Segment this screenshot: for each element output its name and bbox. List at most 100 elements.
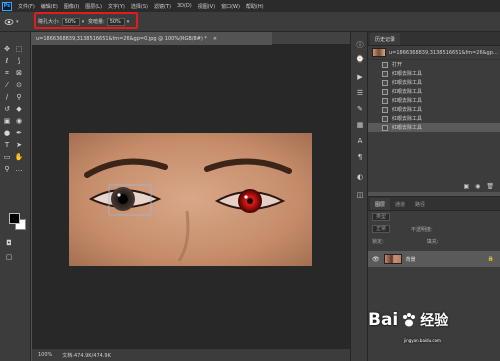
menu-file[interactable]: 文件(F) [18,3,35,10]
lock-row: 锁定: 填充: [368,235,500,247]
swatches-icon[interactable]: ▦ [355,120,365,130]
watermark-brand-2: 经验 [420,313,449,329]
history-snapshot[interactable]: u=1866368839,3138516651&fm=26&gp... [368,46,500,60]
adjustments-icon[interactable]: ◐ [355,172,365,182]
zoom-level[interactable]: 100% [38,352,52,358]
lasso-tool-icon[interactable]: ℓ [2,56,12,66]
trash-icon[interactable]: 🗑 [486,183,494,190]
brush-settings-icon[interactable]: ✎ [355,104,365,114]
layer-thumbnail [383,254,402,264]
menu-filter[interactable]: 滤镜(T) [154,3,171,10]
gradient-tool-icon[interactable]: ▣ [2,116,12,126]
frame-tool-icon[interactable]: ⊠ [14,68,24,78]
document-tab-title: u=1866368839,3138516651&fm=26&gp=0.jpg @… [36,35,207,42]
layer-filter-row: 类型 [368,211,500,223]
hand-tool-icon[interactable]: ✋ [14,152,24,162]
blur-tool-icon[interactable]: ◉ [14,116,24,126]
history-panel: 历史记录 u=1866368839,3138516651&fm=26&gp...… [368,32,500,192]
paragraph-icon[interactable]: ¶ [355,152,365,162]
menu-window[interactable]: 窗口(W) [221,3,240,10]
camera-icon[interactable]: ◉ [475,183,480,190]
red-eye-step-icon [382,70,388,77]
layer-name: 背景 [405,256,416,263]
layer-row-background[interactable]: 👁 背景 🔒 [368,251,500,267]
photoshop-logo: Ps [2,1,12,11]
more-tools-icon[interactable]: … [14,164,24,174]
foreground-color-swatch[interactable] [9,213,20,224]
opacity-label: 不透明度: [411,226,433,233]
lock-label: 锁定: [372,238,384,245]
close-icon[interactable]: × [213,36,217,42]
red-eye-tool-icon[interactable]: ⊙ [14,80,24,90]
zoom-tool-icon[interactable]: ⚲ [2,164,12,174]
tools-panel: ✥ ⬚ ℓ ⟆ ⌗ ⊠ ⁄ ⊙ ∕ ⚲ ↺ ◆ ▣ ◉ ● ✒ T ➤ ▭ ✋ … [0,32,31,361]
menu-image[interactable]: 图像(I) [64,3,79,10]
pen-tool-icon[interactable]: ✒ [14,128,24,138]
info-icon[interactable]: ⓘ [355,40,365,50]
history-panel-footer: ▣ ◉ 🗑 [368,180,500,192]
red-eye-tool-icon [4,19,14,25]
watermark-brand: Bai [368,310,399,330]
history-item[interactable]: 红眼去除工具 [368,69,500,78]
marquee-tool-icon[interactable]: ⬚ [14,44,24,54]
history-brush-icon[interactable]: ↺ [2,104,12,114]
character-icon[interactable]: A [355,136,365,146]
menu-edit[interactable]: 编辑(E) [41,3,58,10]
red-eye-step-icon [382,124,388,131]
brush-tool-icon[interactable]: ∕ [2,92,12,102]
document-tab[interactable]: u=1866368839,3138516651&fm=26&gp=0.jpg @… [32,32,272,45]
history-item[interactable]: 红眼去除工具 [368,105,500,114]
photo-eyes-image[interactable] [69,133,312,266]
properties-icon[interactable]: ☰ [355,88,365,98]
watermark-url: jingyan.baidu.com [404,338,441,343]
menu-3d[interactable]: 3D(D) [177,3,192,9]
quick-select-tool-icon[interactable]: ⟆ [14,56,24,66]
blend-mode-dropdown[interactable]: 正常 [372,225,391,233]
tab-layers[interactable]: 图层 [370,198,391,210]
history-item[interactable]: 红眼去除工具 [368,96,500,105]
tool-preset-picker[interactable]: ▾ [4,16,26,28]
red-eye-step-icon [382,115,388,122]
menu-type[interactable]: 文字(Y) [108,3,125,10]
tab-channels[interactable]: 通道 [390,198,410,210]
eraser-tool-icon[interactable]: ◆ [14,104,24,114]
snapshot-thumbnail [372,48,386,57]
history-icon[interactable]: ⌚ [355,54,365,64]
red-eye-step-icon [382,79,388,86]
tab-history[interactable]: 历史记录 [370,33,401,45]
menu-select[interactable]: 选择(S) [131,3,148,10]
history-item[interactable]: 红眼去除工具 [368,114,500,123]
tab-paths[interactable]: 路径 [410,198,430,210]
menu-bar: Ps 文件(F) 编辑(E) 图像(I) 图层(L) 文字(Y) 选择(S) 滤… [0,0,500,12]
menu-view[interactable]: 视图(V) [198,3,215,10]
stamp-tool-icon[interactable]: ⚲ [14,92,24,102]
history-item-selected[interactable]: 红眼去除工具 [368,123,500,132]
lock-icon: 🔒 [487,256,494,262]
canvas-area[interactable] [32,45,350,349]
screen-mode-icon[interactable]: ▢ [4,252,14,262]
libraries-icon[interactable]: ◫ [355,190,365,200]
new-document-from-state-icon[interactable]: ▣ [463,183,469,190]
kind-filter-dropdown[interactable]: 类型 [372,213,391,221]
history-item[interactable]: 红眼去除工具 [368,78,500,87]
menu-layer[interactable]: 图层(L) [85,3,102,10]
document-tab-bar: u=1866368839,3138516651&fm=26&gp=0.jpg @… [32,32,350,45]
crop-tool-icon[interactable]: ⌗ [2,68,12,78]
eye-visibility-icon[interactable]: 👁 [372,256,380,263]
move-tool-icon[interactable]: ✥ [2,44,12,54]
quick-mask-icon[interactable]: ◘ [4,238,14,248]
history-item[interactable]: 红眼去除工具 [368,87,500,96]
path-select-tool-icon[interactable]: ➤ [14,140,24,150]
baidu-watermark: Bai 经验 [368,300,500,340]
shape-tool-icon[interactable]: ▭ [2,152,12,162]
menu-help[interactable]: 帮助(H) [246,3,264,10]
red-highlight-box [34,12,138,29]
actions-icon[interactable]: ▶ [355,72,365,82]
layers-panel-tabs: 图层 通道 路径 [368,197,500,211]
eyedropper-tool-icon[interactable]: ⁄ [2,80,12,90]
red-eye-step-icon [382,97,388,104]
dodge-tool-icon[interactable]: ● [2,128,12,138]
red-eye-step-icon [382,106,388,113]
history-item[interactable]: 打开 [368,60,500,69]
type-tool-icon[interactable]: T [2,140,12,150]
